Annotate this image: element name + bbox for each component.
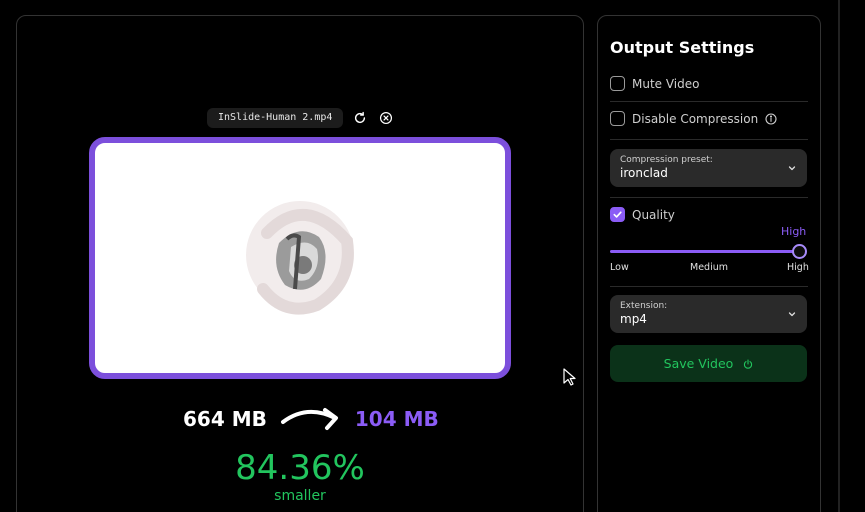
- divider: [610, 101, 808, 102]
- disable-compression-option[interactable]: Disable Compression: [610, 111, 808, 126]
- extension-value: mp4: [620, 312, 647, 326]
- mute-video-checkbox[interactable]: [610, 76, 625, 91]
- quality-label: Quality: [632, 207, 675, 222]
- save-video-button[interactable]: Save Video: [610, 345, 807, 382]
- size-comparison: 664 MB 104 MB: [183, 402, 439, 436]
- video-preview[interactable]: [89, 137, 511, 379]
- chevron-down-icon: [788, 166, 796, 171]
- extension-select[interactable]: Extension: mp4: [610, 295, 807, 333]
- quality-tick-medium: Medium: [690, 262, 728, 273]
- compressed-size: 104 MB: [354, 407, 439, 431]
- reduction-percent: 84.36%: [235, 448, 365, 488]
- arrow-right-icon: [280, 408, 338, 430]
- quality-current-value: High: [781, 225, 807, 238]
- extension-label: Extension:: [620, 301, 668, 311]
- reduction-label: smaller: [274, 488, 326, 504]
- file-name-chip: InSlide-Human 2.mp4: [207, 108, 344, 128]
- file-info-row: InSlide-Human 2.mp4: [207, 108, 395, 128]
- compression-preset-select[interactable]: Compression preset: ironclad: [610, 149, 807, 187]
- info-icon[interactable]: [765, 112, 777, 125]
- quality-option[interactable]: Quality: [610, 207, 808, 222]
- divider: [610, 197, 808, 198]
- quality-slider-track[interactable]: [610, 250, 800, 253]
- compression-preset-label: Compression preset:: [620, 155, 713, 165]
- settings-panel: Output Settings Mute Video Disable Compr…: [597, 15, 821, 512]
- settings-title: Output Settings: [610, 38, 755, 57]
- quality-slider-thumb[interactable]: [792, 244, 807, 259]
- window-edge: [838, 0, 840, 512]
- mouse-cursor-icon: [563, 368, 576, 386]
- close-circle-icon[interactable]: [377, 109, 395, 127]
- mute-video-label: Mute Video: [632, 76, 700, 91]
- mute-video-option[interactable]: Mute Video: [610, 76, 808, 91]
- reload-icon[interactable]: [351, 109, 369, 127]
- save-video-label: Save Video: [663, 356, 734, 371]
- divider: [610, 139, 808, 140]
- power-icon: [744, 358, 753, 369]
- video-logo-image: [246, 201, 354, 315]
- compression-preset-value: ironclad: [620, 166, 668, 180]
- quality-tick-low: Low: [610, 262, 629, 273]
- disable-compression-label: Disable Compression: [632, 111, 759, 126]
- original-size: 664 MB: [183, 407, 267, 431]
- quality-tick-high: High: [787, 262, 809, 273]
- quality-checkbox[interactable]: [610, 207, 625, 222]
- chevron-down-icon: [788, 312, 796, 317]
- divider: [610, 286, 808, 287]
- disable-compression-checkbox[interactable]: [610, 111, 625, 126]
